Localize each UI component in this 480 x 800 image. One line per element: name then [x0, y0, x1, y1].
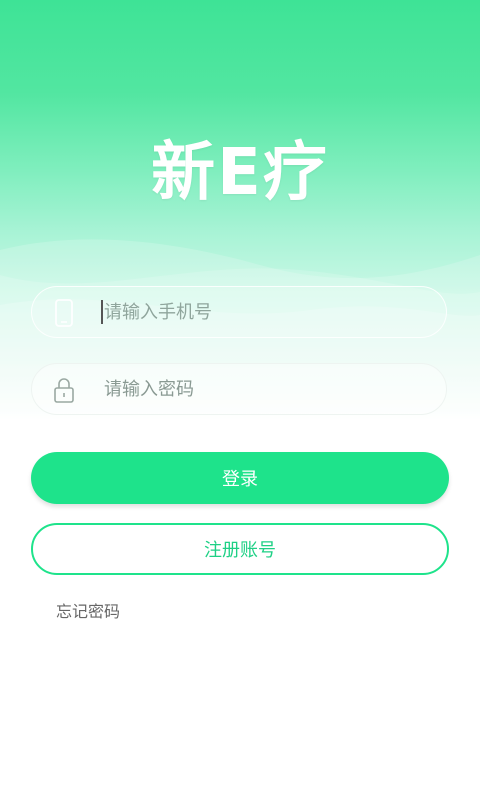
lock-icon: [54, 378, 74, 403]
text-cursor: [101, 300, 103, 324]
phone-input[interactable]: [104, 287, 424, 337]
password-field[interactable]: [31, 363, 447, 415]
app-logo: 新E疗: [151, 136, 329, 210]
login-button[interactable]: 登录: [31, 452, 449, 504]
login-screen: 新E疗 登录 注册账号 忘记密码: [0, 0, 480, 800]
phone-icon: [55, 299, 73, 327]
phone-field[interactable]: [31, 286, 447, 338]
password-input[interactable]: [104, 364, 424, 414]
register-button[interactable]: 注册账号: [31, 523, 449, 575]
forgot-password-link[interactable]: 忘记密码: [56, 598, 120, 622]
